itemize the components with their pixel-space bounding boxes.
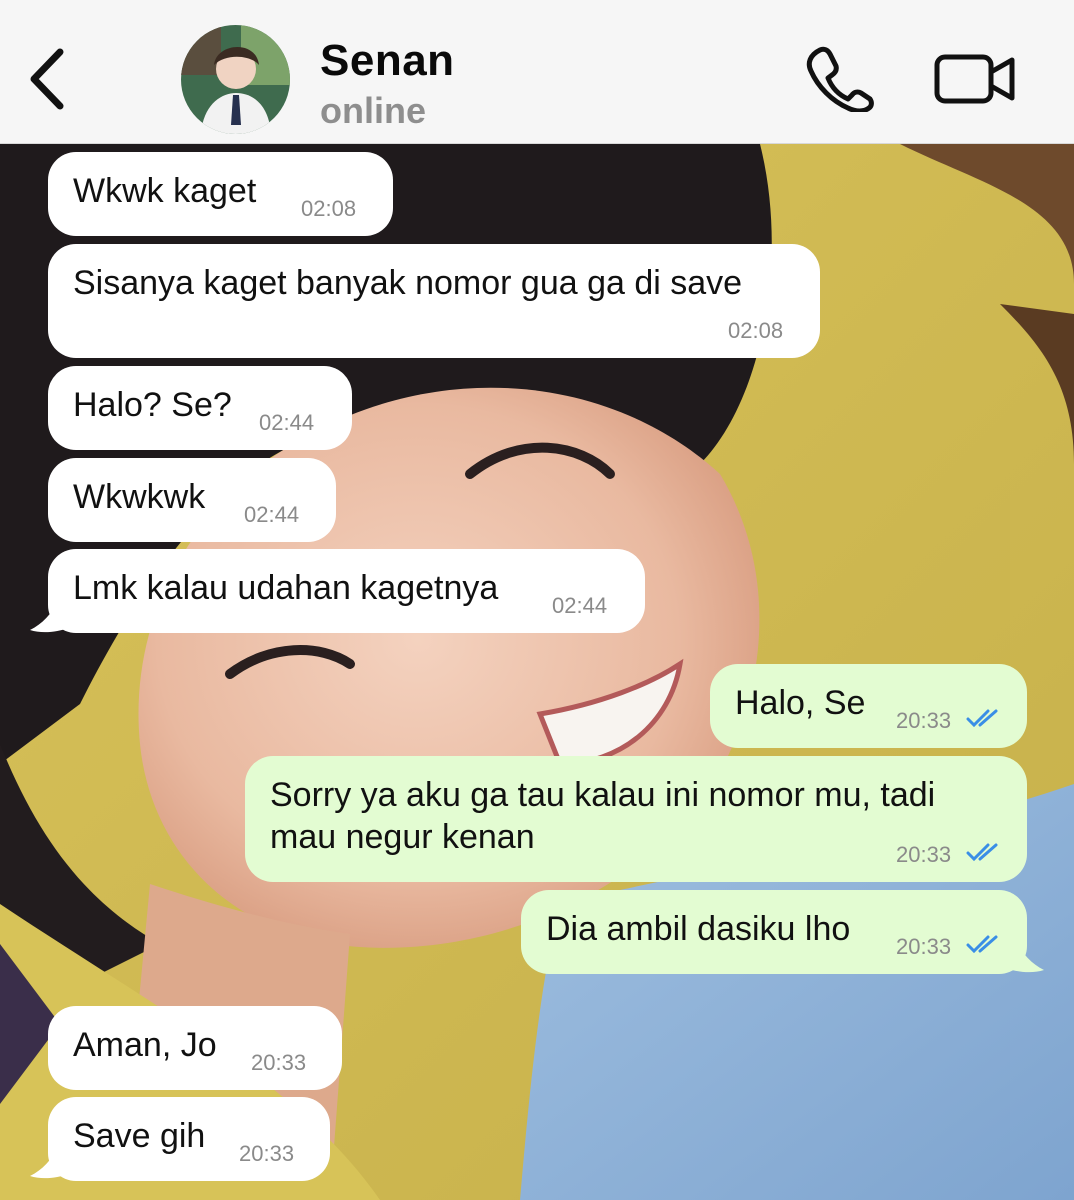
message-time: 20:33 — [896, 934, 952, 959]
message-time: 02:08 — [728, 318, 784, 343]
message-text-line: Sorry ya aku ga tau kalau ini nomor mu, … — [270, 776, 936, 814]
message-time: 20:33 — [896, 842, 952, 867]
message-time: 02:44 — [552, 593, 608, 618]
message-time: 02:44 — [259, 410, 315, 435]
message-text: Sisanya kaget banyak nomor gua ga di sav… — [73, 264, 743, 302]
message-bubble-incoming[interactable]: Sisanya kaget banyak nomor gua ga di sav… — [48, 244, 820, 358]
contact-status: online — [320, 90, 426, 131]
phone-icon[interactable] — [806, 44, 874, 112]
message-time: 20:33 — [239, 1141, 295, 1166]
contact-name[interactable]: Senan — [320, 36, 455, 86]
double-check-icon — [966, 709, 998, 728]
message-bubble-incoming[interactable]: Aman, Jo 20:33 — [48, 1006, 342, 1090]
video-camera-icon[interactable] — [934, 54, 1016, 104]
contact-avatar[interactable] — [181, 25, 290, 134]
chat-header: Senan online — [0, 0, 1074, 144]
message-bubble-incoming[interactable]: Lmk kalau udahan kagetnya 02:44 — [48, 549, 645, 633]
message-time: 02:44 — [244, 502, 300, 527]
message-time: 20:33 — [251, 1050, 307, 1075]
chat-screen: Senan online Wkwk kaget 02:08 Sisanya ka… — [0, 0, 1074, 1200]
message-bubble-incoming[interactable]: Wkwkwk 02:44 — [48, 458, 336, 542]
back-chevron-icon[interactable] — [22, 44, 72, 114]
message-text: Lmk kalau udahan kagetnya — [73, 569, 499, 607]
message-text: Halo, Se — [735, 684, 866, 722]
message-bubble-incoming[interactable]: Wkwk kaget 02:08 — [48, 152, 393, 236]
message-text-line: mau negur kenan — [270, 818, 535, 856]
message-bubble-incoming[interactable]: Save gih 20:33 — [48, 1097, 330, 1181]
message-bubble-outgoing[interactable]: Halo, Se 20:33 — [710, 664, 1027, 748]
avatar-photo — [181, 25, 290, 134]
message-bubble-incoming[interactable]: Halo? Se? 02:44 — [48, 366, 352, 450]
double-check-icon — [966, 935, 998, 954]
double-check-icon — [966, 843, 998, 862]
message-time: 02:08 — [301, 196, 357, 221]
message-bubble-outgoing[interactable]: Dia ambil dasiku lho 20:33 — [521, 890, 1027, 974]
message-time: 20:33 — [896, 708, 952, 733]
message-bubble-outgoing[interactable]: Sorry ya aku ga tau kalau ini nomor mu, … — [245, 756, 1027, 882]
